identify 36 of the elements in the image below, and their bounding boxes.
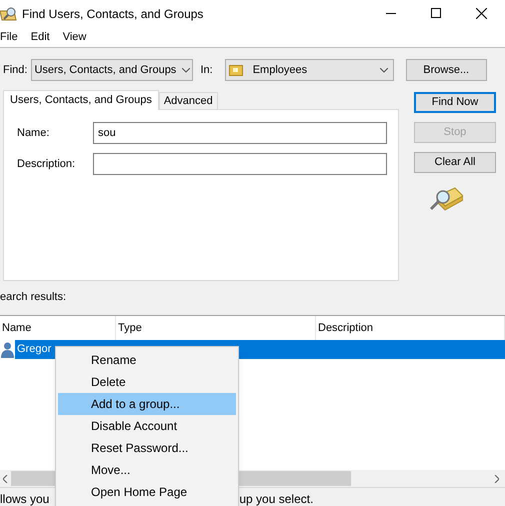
scroll-right-icon[interactable] bbox=[494, 474, 499, 482]
close-icon[interactable] bbox=[476, 8, 487, 19]
status-text: up you select. bbox=[239, 490, 314, 506]
field-label: Description: bbox=[17, 156, 76, 172]
user-icon bbox=[1, 342, 14, 358]
menu-item[interactable]: Add to a group... bbox=[58, 393, 236, 415]
search-folder-icon bbox=[0, 6, 18, 22]
text-field[interactable] bbox=[93, 153, 387, 175]
menu-item[interactable]: Delete bbox=[58, 371, 236, 393]
in-label: In: bbox=[200, 62, 213, 78]
results-label: earch results: bbox=[0, 290, 68, 304]
status-text: llows you bbox=[0, 490, 50, 506]
menu-item[interactable]: Move... bbox=[58, 459, 236, 481]
field-label: Name: bbox=[17, 126, 50, 141]
tab[interactable]: Users, Contacts, and Groups bbox=[3, 90, 159, 110]
action-button[interactable]: Find Now bbox=[414, 92, 496, 113]
menu-item[interactable]: Edit bbox=[30, 28, 50, 46]
search-folder-icon bbox=[429, 186, 463, 212]
chevron-down-icon bbox=[182, 68, 190, 72]
menu-item[interactable]: Reset Password... bbox=[58, 437, 236, 459]
text-field[interactable]: sou bbox=[93, 122, 387, 144]
tab[interactable]: Advanced bbox=[158, 92, 218, 109]
in-dropdown[interactable]: Employees bbox=[224, 59, 394, 81]
scroll-left-icon[interactable] bbox=[3, 474, 8, 482]
folder-icon bbox=[228, 64, 243, 76]
menu-item[interactable]: File bbox=[0, 28, 18, 46]
find-dropdown[interactable]: Users, Contacts, and Groups bbox=[31, 59, 194, 81]
menu-item[interactable]: View bbox=[62, 28, 86, 46]
menu-item[interactable]: Disable Account bbox=[58, 415, 236, 437]
browse-button[interactable]: Browse... bbox=[406, 59, 487, 81]
maximize-icon[interactable] bbox=[431, 8, 441, 18]
find-label: Find: bbox=[3, 62, 28, 78]
action-button[interactable]: Clear All bbox=[414, 152, 496, 173]
chevron-down-icon bbox=[380, 68, 388, 72]
window-title: Find Users, Contacts, and Groups bbox=[22, 6, 204, 22]
menu-item[interactable]: Open Home Page bbox=[58, 481, 236, 503]
